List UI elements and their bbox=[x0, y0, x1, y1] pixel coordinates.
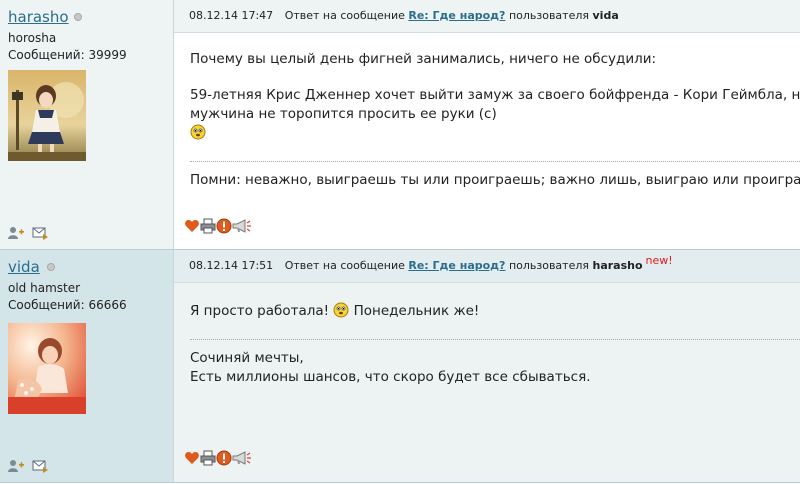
post-text-line: 59-летняя Крис Дженнер хочет выйти замуж… bbox=[190, 87, 800, 103]
author-status: old hamster bbox=[8, 281, 81, 295]
author-status: horosha bbox=[8, 31, 57, 45]
megaphone-icon[interactable] bbox=[232, 450, 251, 466]
post-text-part: Я просто работала! bbox=[190, 303, 330, 319]
megaphone-icon[interactable] bbox=[232, 218, 251, 234]
offline-status-icon bbox=[47, 263, 55, 271]
print-icon[interactable] bbox=[200, 218, 216, 234]
author-username[interactable]: vida bbox=[8, 258, 40, 276]
reply-topic-link[interactable]: Re: Где народ? bbox=[408, 259, 505, 272]
offline-status-icon bbox=[74, 13, 82, 21]
reply-topic-link[interactable]: Re: Где народ? bbox=[408, 9, 505, 22]
heart-icon[interactable] bbox=[184, 218, 200, 234]
signature-line: Сочиняй мечты, bbox=[190, 350, 304, 366]
reply-label: Ответ на сообщение bbox=[284, 259, 405, 272]
by-user-label: пользователя bbox=[508, 259, 589, 272]
forum-post: harasho horosha Сообщений: 39999 08.12.1… bbox=[0, 0, 800, 249]
post-content: 08.12.14 17:47 Ответ на сообщение Re: Гд… bbox=[174, 0, 800, 249]
post-text-line: мужчина не торопится просить ее руки (с) bbox=[190, 106, 497, 122]
post-content: 08.12.14 17:51 Ответ на сообщение Re: Гд… bbox=[174, 250, 800, 482]
message-icon[interactable] bbox=[32, 458, 48, 473]
reply-to-user: harasho bbox=[592, 259, 643, 272]
add-friend-icon[interactable] bbox=[8, 458, 24, 472]
smiley-icon bbox=[190, 124, 206, 143]
signature-text: Помни: неважно, выиграешь ты или проигра… bbox=[190, 172, 800, 188]
post-header: 08.12.14 17:47 Ответ на сообщение Re: Гд… bbox=[174, 0, 800, 33]
post-separator bbox=[0, 482, 800, 483]
author-post-count: Сообщений: 39999 bbox=[8, 48, 127, 62]
post-text-line: Почему вы целый день фигней занимались, … bbox=[190, 51, 657, 67]
author-sidebar: vida old hamster Сообщений: 66666 bbox=[0, 250, 174, 482]
message-icon[interactable] bbox=[32, 225, 48, 240]
author-post-count: Сообщений: 66666 bbox=[8, 298, 127, 312]
post-date: 08.12.14 17:47 bbox=[189, 9, 274, 22]
post-header: 08.12.14 17:51 Ответ на сообщение Re: Гд… bbox=[174, 250, 800, 283]
print-icon[interactable] bbox=[200, 450, 216, 466]
smiley-icon bbox=[333, 302, 349, 318]
report-icon[interactable] bbox=[216, 450, 232, 466]
by-user-label: пользователя bbox=[508, 9, 589, 22]
reply-to-user: vida bbox=[592, 9, 619, 22]
author-sidebar: harasho horosha Сообщений: 39999 bbox=[0, 0, 174, 249]
add-friend-icon[interactable] bbox=[8, 225, 24, 239]
post-text-part: Понедельник же! bbox=[353, 303, 480, 319]
reply-label: Ответ на сообщение bbox=[284, 9, 405, 22]
avatar bbox=[8, 70, 86, 161]
new-badge: new! bbox=[645, 254, 673, 267]
forum-post: vida old hamster Сообщений: 66666 08.12.… bbox=[0, 250, 800, 482]
post-text-line: Я просто работала! Понедельник же! bbox=[190, 302, 479, 321]
author-username[interactable]: harasho bbox=[8, 8, 69, 26]
post-date: 08.12.14 17:51 bbox=[189, 259, 274, 272]
signature-divider bbox=[190, 339, 800, 340]
avatar bbox=[8, 323, 86, 414]
signature-divider bbox=[190, 161, 800, 162]
report-icon[interactable] bbox=[216, 218, 232, 234]
heart-icon[interactable] bbox=[184, 450, 200, 466]
signature-line: Есть миллионы шансов, что скоро будет вс… bbox=[190, 369, 591, 385]
